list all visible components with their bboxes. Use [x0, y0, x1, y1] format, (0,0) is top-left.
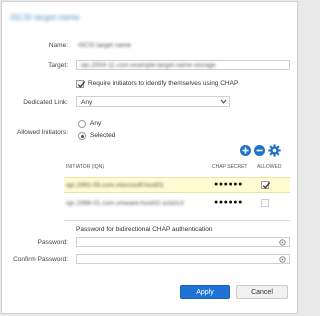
dedicated-link-label: Dedicated Link:	[23, 99, 68, 106]
add-initiator-button[interactable]	[240, 145, 251, 156]
row-secret: ●●●●●●	[214, 199, 243, 206]
radio-selected[interactable]	[78, 132, 86, 140]
remove-initiator-button[interactable]	[254, 145, 265, 156]
row-allowed-checkbox[interactable]	[261, 181, 271, 189]
checkmark-icon	[77, 81, 86, 88]
chap-dialog: iSCSI target name Name: iSCSI target nam…	[1, 1, 298, 314]
reveal-password-icon[interactable]	[279, 256, 286, 263]
table-row[interactable]: iqn.1998-01.com.vmware:host02-a1b2c3 ●●●…	[64, 196, 290, 212]
divider	[64, 220, 290, 221]
target-field[interactable]: iqn.2004-11.com.example:target.name-stor…	[76, 60, 290, 70]
chevron-down-icon	[220, 99, 227, 104]
apply-button[interactable]: Apply	[180, 285, 230, 299]
confirm-password-label: Confirm Password:	[13, 256, 68, 263]
dialog-title: iSCSI target name	[10, 12, 80, 22]
plus-icon	[242, 147, 249, 154]
reveal-password-icon[interactable]	[279, 239, 286, 246]
require-chap-label: Require initiators to identify themselve…	[88, 80, 239, 87]
col-allowed-header: ALLOWED	[257, 164, 282, 170]
password-field[interactable]	[76, 237, 290, 247]
row-iqn: iqn.1998-01.com.vmware:host02-a1b2c3	[66, 200, 184, 207]
target-label: Target:	[48, 62, 68, 69]
bidirectional-caption: Password for bidirectional CHAP authenti…	[76, 226, 213, 233]
dedicated-link-value: Any	[81, 98, 93, 106]
col-secret-header: CHAP SECRET	[212, 164, 248, 170]
col-initiator-header: INITIATOR (IQN)	[66, 164, 104, 170]
cancel-button[interactable]: Cancel	[236, 285, 288, 299]
name-label: Name:	[48, 42, 68, 49]
password-label: Password:	[37, 239, 68, 246]
name-value: iSCSI target name	[78, 42, 132, 49]
radio-any-label: Any	[90, 120, 102, 127]
dedicated-link-select[interactable]: Any	[76, 96, 230, 107]
allowed-initiators-label: Allowed Initiators:	[17, 129, 68, 136]
settings-button[interactable]	[268, 144, 281, 157]
row-allowed-checkbox[interactable]	[261, 199, 269, 207]
target-value: iqn.2004-11.com.example:target.name-stor…	[81, 62, 216, 69]
confirm-password-field[interactable]	[76, 254, 290, 264]
minus-icon	[256, 149, 263, 152]
checkmark-icon	[262, 182, 271, 189]
row-secret: ●●●●●●	[214, 181, 243, 188]
require-chap-checkbox[interactable]	[76, 80, 86, 88]
table-row[interactable]: iqn.1991-05.com.microsoft:host01 ●●●●●●	[64, 177, 290, 193]
gear-icon	[268, 144, 281, 157]
radio-any[interactable]	[78, 120, 86, 128]
row-iqn: iqn.1991-05.com.microsoft:host01	[66, 182, 164, 189]
radio-selected-label: Selected	[90, 132, 116, 139]
